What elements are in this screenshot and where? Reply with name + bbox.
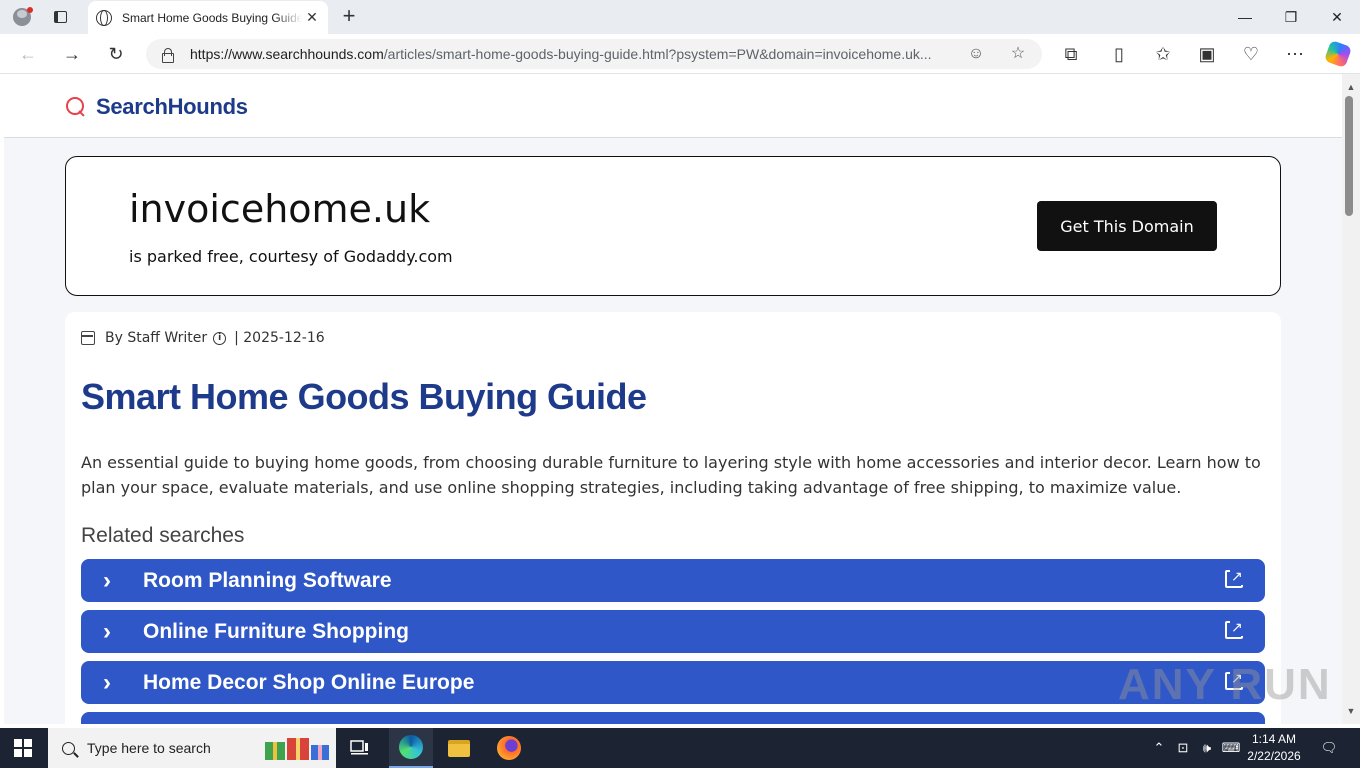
favorites-icon[interactable]: ✩	[1145, 34, 1181, 74]
article-card: By Staff Writer i | 2025-12-16 Smart Hom…	[65, 312, 1281, 724]
settings-more-icon[interactable]: ⋯	[1277, 34, 1313, 74]
minimize-button[interactable]: —	[1222, 0, 1268, 34]
address-bar[interactable]: https://www.searchhounds.com/articles/sm…	[146, 39, 1042, 69]
article-date: | 2025-12-16	[234, 330, 325, 346]
show-hidden-icons[interactable]: ⌃	[1148, 728, 1170, 768]
author: By Staff Writer	[105, 330, 208, 346]
browser-essentials-icon[interactable]: ♡	[1233, 34, 1269, 74]
search-icon	[62, 741, 75, 755]
scroll-up-icon[interactable]: ▲	[1346, 82, 1356, 92]
taskbar-search-placeholder: Type here to search	[87, 740, 211, 756]
notification-dot	[27, 7, 33, 13]
clock-date: 2/22/2026	[1247, 749, 1301, 763]
scroll-down-icon[interactable]: ▼	[1346, 706, 1356, 716]
file-explorer-button[interactable]	[437, 728, 481, 768]
tab-actions-button[interactable]	[44, 0, 76, 34]
extensions-icon[interactable]: ⧉	[1053, 34, 1089, 74]
tab-actions-icon	[53, 11, 67, 23]
copilot-icon	[1323, 39, 1353, 69]
site-header: SearchHounds	[4, 74, 1342, 138]
copilot-button[interactable]	[1320, 34, 1356, 74]
profile-button[interactable]	[0, 0, 44, 34]
edge-taskbar-button[interactable]	[389, 728, 433, 768]
network-status-icon[interactable]: ⊡	[1172, 728, 1194, 768]
related-search-label: Online Furniture Shopping	[143, 619, 409, 643]
related-search-label: Home Decor Shop Online Europe	[143, 670, 475, 694]
close-window-button[interactable]: ✕	[1314, 0, 1360, 34]
url-path: /articles/smart-home-goods-buying-guide.…	[383, 46, 932, 62]
site-logo[interactable]: SearchHounds	[66, 94, 248, 120]
browser-toolbar: ← → ↻ https://www.searchhounds.com/artic…	[0, 34, 1360, 74]
parked-text: is parked free, courtesy of Godaddy.com	[129, 247, 453, 266]
clock-time: 1:14 AM	[1251, 732, 1297, 746]
forward-button[interactable]: →	[54, 34, 90, 74]
parked-domain-card: invoicehome.uk is parked free, courtesy …	[65, 156, 1281, 296]
tab-title: Smart Home Goods Buying Guide	[122, 10, 302, 25]
site-info-icon[interactable]	[160, 47, 174, 63]
tab-close-button[interactable]: ✕	[304, 9, 320, 26]
notifications-icon[interactable]: 🗨	[1314, 728, 1344, 768]
active-tab[interactable]: Smart Home Goods Buying Guide ✕	[88, 1, 328, 34]
search-highlight-gifts-icon	[265, 738, 329, 760]
windows-taskbar: Type here to search ⌃ ⊡ 🕪 ⌨ 1:14 AM 2/22…	[0, 728, 1360, 768]
related-search-item[interactable]: › Online Furniture Shopping	[81, 610, 1265, 653]
page-scrollbar[interactable]: ▲ ▼	[1342, 74, 1360, 724]
article-description: An essential guide to buying home goods,…	[81, 453, 1261, 497]
chevron-right-icon: ›	[103, 617, 111, 645]
globe-icon	[96, 9, 112, 26]
split-screen-icon[interactable]: ▯	[1101, 34, 1137, 74]
search-icon	[66, 97, 86, 117]
related-searches-heading: Related searches	[81, 524, 245, 547]
brand-name: SearchHounds	[96, 94, 248, 119]
domain-name: invoicehome.uk	[129, 187, 431, 231]
firefox-icon	[497, 736, 521, 760]
back-button[interactable]: ←	[10, 34, 46, 74]
url-domain: https://www.searchhounds.com	[190, 46, 384, 62]
info-icon[interactable]: i	[213, 331, 227, 345]
system-clock[interactable]: 1:14 AM 2/22/2026	[1244, 731, 1304, 765]
related-search-item-partial[interactable]	[81, 712, 1265, 724]
related-search-label: Room Planning Software	[143, 568, 392, 592]
chevron-right-icon: ›	[103, 668, 111, 696]
chevron-right-icon: ›	[103, 566, 111, 594]
collections-icon[interactable]: ▣	[1189, 34, 1225, 74]
article-meta: By Staff Writer i | 2025-12-16	[81, 330, 325, 346]
get-domain-button[interactable]: Get This Domain	[1037, 201, 1217, 251]
refresh-button[interactable]: ↻	[98, 34, 134, 74]
taskbar-search-box[interactable]: Type here to search	[48, 728, 336, 768]
read-aloud-icon[interactable]: ☺	[964, 43, 988, 65]
task-view-icon	[350, 740, 368, 755]
volume-icon[interactable]: 🕪	[1196, 728, 1218, 768]
url-text[interactable]: https://www.searchhounds.com/articles/sm…	[190, 46, 950, 62]
keyboard-icon[interactable]: ⌨	[1220, 728, 1242, 768]
scrollbar-thumb[interactable]	[1345, 96, 1353, 216]
edge-icon	[399, 735, 423, 759]
page-viewport: SearchHounds invoicehome.uk is parked fr…	[4, 74, 1342, 724]
external-link-icon	[1225, 619, 1244, 639]
favorite-star-icon[interactable]: ☆	[1006, 43, 1030, 65]
firefox-button[interactable]	[487, 728, 531, 768]
windows-start-icon[interactable]	[14, 739, 32, 757]
related-search-item[interactable]: › Home Decor Shop Online Europe	[81, 661, 1265, 704]
related-search-item[interactable]: › Room Planning Software	[81, 559, 1265, 602]
calendar-icon	[81, 331, 95, 345]
task-view-button[interactable]	[338, 728, 382, 768]
anyrun-watermark: ANY RUN	[1118, 660, 1332, 709]
new-tab-button[interactable]: +	[338, 4, 360, 30]
external-link-icon	[1225, 568, 1244, 588]
restore-button[interactable]: ❐	[1268, 0, 1314, 34]
article-title: Smart Home Goods Buying Guide	[81, 376, 647, 417]
folder-icon	[448, 739, 470, 757]
